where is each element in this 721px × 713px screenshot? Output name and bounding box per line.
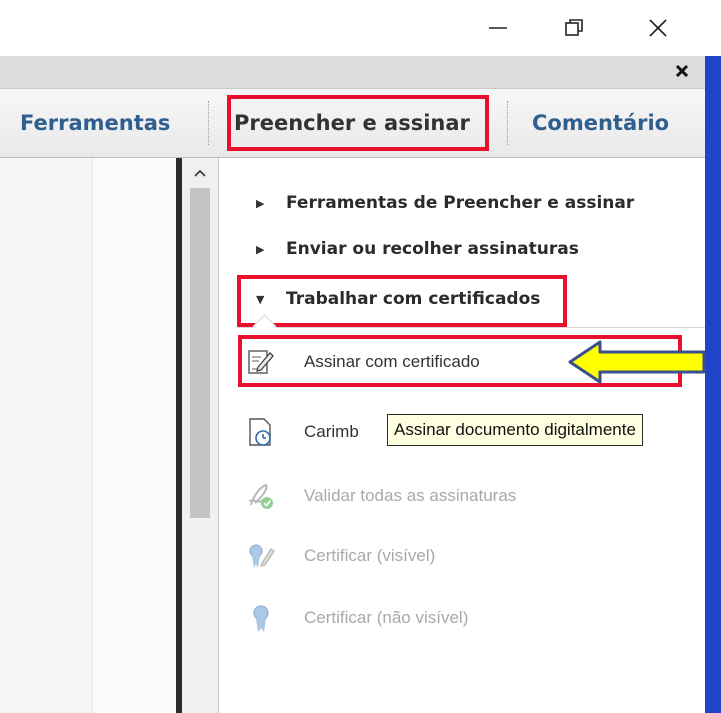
tool-certificar-visivel[interactable]: Certificar (visível) [244,536,435,576]
tool-certificar-nao-visivel[interactable]: Certificar (não visível) [244,598,468,638]
tool-label: Carimb [304,422,359,441]
minimize-button[interactable] [476,8,520,48]
timestamp-clock-icon [244,415,278,449]
section-label: Enviar ou recolher assinaturas [286,239,579,259]
tool-carimbo[interactable]: Carimb [244,412,359,452]
scroll-up-button[interactable] [182,158,218,188]
section-label: Ferramentas de Preencher e assinar [286,193,635,213]
tab-ferramentas[interactable]: Ferramentas [20,89,170,157]
tab-comentario[interactable]: Comentário [532,89,669,157]
restore-icon [565,19,583,36]
tool-label: Certificar (visível) [304,546,436,565]
highlight-box-tab [227,95,489,151]
certify-visible-icon [244,539,278,573]
tool-label: Validar todas as assinaturas [304,486,517,505]
section-ferramentas-preencher[interactable]: ▶ Ferramentas de Preencher e assinar [256,188,634,218]
chevron-up-icon [194,169,206,177]
certify-invisible-icon [244,601,278,635]
window-title-bar [0,0,721,56]
tool-validar-assinaturas[interactable]: Validar todas as assinaturas [244,476,516,516]
highlight-box-section [237,275,567,327]
document-tab-strip [0,56,721,89]
validate-signatures-icon [244,479,278,513]
document-view[interactable] [0,158,178,713]
expand-triangle-icon: ▶ [256,196,265,210]
expand-triangle-icon: ▶ [256,242,265,256]
tab-separator [507,101,508,145]
section-enviar-recolher[interactable]: ▶ Enviar ou recolher assinaturas [256,234,579,264]
close-icon [649,19,667,37]
scrollbar-thumb[interactable] [190,188,210,518]
section-divider [238,327,705,328]
restore-button[interactable] [552,8,596,48]
close-document-button[interactable] [671,60,693,82]
vertical-scrollbar[interactable] [182,158,218,713]
tool-label: Certificar (não visível) [304,608,469,627]
close-x-icon [675,64,689,78]
tab-separator [208,101,209,145]
minimize-icon [489,27,507,29]
blue-side-band [705,56,721,713]
document-page [92,158,177,713]
tooltip: Assinar documento digitalmente [387,414,643,446]
window-close-button[interactable] [636,8,680,48]
yellow-pointer-arrow [568,340,706,384]
